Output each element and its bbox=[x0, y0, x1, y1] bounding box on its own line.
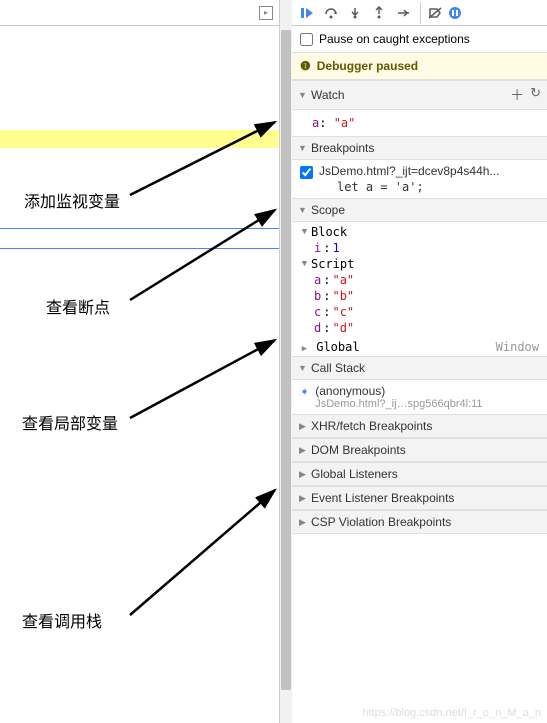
chevron-down-icon: ▼ bbox=[298, 206, 307, 215]
chevron-down-icon: ▼ bbox=[298, 144, 307, 153]
chevron-down-icon: ▼ bbox=[298, 91, 307, 100]
watch-item[interactable]: a: "a" bbox=[312, 114, 539, 132]
scope-var[interactable]: i: 1 bbox=[300, 240, 539, 256]
divider-line bbox=[0, 228, 279, 229]
debugger-toolbar bbox=[292, 0, 547, 26]
drawer-toggle-icon[interactable]: ▸ bbox=[259, 6, 273, 20]
debugger-paused-banner: ❶ Debugger paused bbox=[292, 53, 547, 80]
left-panel: ▸ 添加监视变量 查看断点 查看局部变量 查看调用栈 bbox=[0, 0, 280, 723]
annotation-scope: 查看局部变量 bbox=[22, 410, 118, 434]
breakpoint-file: JsDemo.html?_ijt=dcev8p4s44h... bbox=[319, 164, 539, 178]
scope-global[interactable]: ▶ Global Window bbox=[292, 338, 547, 356]
watch-title: Watch bbox=[311, 88, 506, 102]
event-breakpoints-header[interactable]: ▶ Event Listener Breakpoints bbox=[292, 486, 547, 510]
breakpoints-header[interactable]: ▼ Breakpoints bbox=[292, 136, 547, 160]
info-icon: ❶ bbox=[300, 59, 311, 73]
step-into-icon[interactable] bbox=[344, 2, 366, 24]
scope-var[interactable]: a: "a" bbox=[300, 272, 539, 288]
step-out-icon[interactable] bbox=[368, 2, 390, 24]
breakpoints-title: Breakpoints bbox=[311, 141, 541, 155]
csp-breakpoints-header[interactable]: ▶ CSP Violation Breakpoints bbox=[292, 510, 547, 534]
scope-header[interactable]: ▼ Scope bbox=[292, 198, 547, 222]
chevron-right-icon: ▶ bbox=[298, 494, 307, 503]
resume-icon[interactable] bbox=[296, 2, 318, 24]
step-over-icon[interactable] bbox=[320, 2, 342, 24]
pause-caught-row: Pause on caught exceptions bbox=[292, 26, 547, 53]
chevron-right-icon: ▶ bbox=[298, 518, 307, 527]
divider-line bbox=[0, 248, 279, 249]
debugger-panel: Pause on caught exceptions ❶ Debugger pa… bbox=[292, 0, 547, 723]
deactivate-breakpoints-icon[interactable] bbox=[420, 2, 442, 24]
callstack-header[interactable]: ▼ Call Stack bbox=[292, 356, 547, 380]
refresh-watch-icon[interactable]: ↻ bbox=[530, 85, 541, 105]
annotation-callstack: 查看调用栈 bbox=[22, 608, 102, 632]
watch-body: a: "a" bbox=[292, 110, 547, 136]
highlight-line bbox=[0, 130, 279, 148]
scrollbar[interactable] bbox=[280, 0, 292, 723]
scope-title: Scope bbox=[311, 203, 541, 217]
watermark: https://blog.csdn.net/I_r_o_n_M_a_n bbox=[362, 707, 541, 719]
callstack-title: Call Stack bbox=[311, 361, 541, 375]
scope-block[interactable]: ▼Block bbox=[300, 224, 539, 240]
add-watch-icon[interactable]: ＋ bbox=[510, 85, 524, 105]
pause-caught-label: Pause on caught exceptions bbox=[319, 32, 470, 46]
breakpoint-item[interactable]: JsDemo.html?_ijt=dcev8p4s44h... let a = … bbox=[292, 160, 547, 198]
scope-var[interactable]: d: "d" bbox=[300, 320, 539, 336]
watch-header[interactable]: ▼ Watch ＋ ↻ bbox=[292, 80, 547, 110]
pause-caught-checkbox[interactable] bbox=[300, 33, 313, 46]
chevron-right-icon: ▶ bbox=[298, 446, 307, 455]
callstack-name: (anonymous) bbox=[315, 384, 539, 398]
chevron-right-icon: ▶ bbox=[298, 470, 307, 479]
scrollbar-thumb[interactable] bbox=[281, 30, 291, 690]
breakpoint-code: let a = 'a'; bbox=[319, 178, 539, 194]
callstack-file: JsDemo.html?_ij…spg566qbr4l:11 bbox=[315, 398, 539, 410]
breakpoint-checkbox[interactable] bbox=[300, 166, 313, 179]
annotation-breakpoints: 查看断点 bbox=[46, 294, 110, 318]
step-icon[interactable] bbox=[392, 2, 414, 24]
callstack-item[interactable]: ➧ (anonymous) JsDemo.html?_ij…spg566qbr4… bbox=[292, 380, 547, 414]
scope-script[interactable]: ▼Script bbox=[300, 256, 539, 272]
chevron-right-icon: ▶ bbox=[298, 422, 307, 431]
current-frame-icon: ➧ bbox=[300, 385, 309, 398]
scope-var[interactable]: b: "b" bbox=[300, 288, 539, 304]
xhr-breakpoints-header[interactable]: ▶ XHR/fetch Breakpoints bbox=[292, 414, 547, 438]
paused-text: Debugger paused bbox=[317, 59, 418, 73]
scope-var[interactable]: c: "c" bbox=[300, 304, 539, 320]
annotation-watch: 添加监视变量 bbox=[24, 188, 120, 212]
dom-breakpoints-header[interactable]: ▶ DOM Breakpoints bbox=[292, 438, 547, 462]
scope-body: ▼Block i: 1 ▼Script a: "a" b: "b" c: "c"… bbox=[292, 222, 547, 338]
global-listeners-header[interactable]: ▶ Global Listeners bbox=[292, 462, 547, 486]
chevron-down-icon: ▼ bbox=[298, 364, 307, 373]
pause-exceptions-icon[interactable] bbox=[444, 2, 466, 24]
